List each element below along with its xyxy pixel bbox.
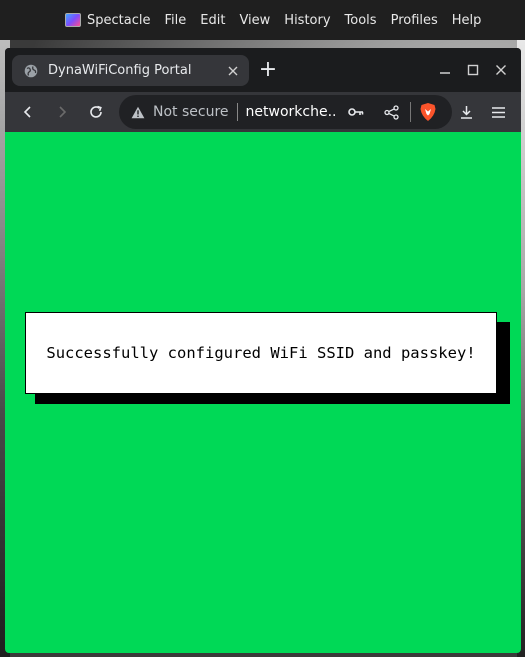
menu-history[interactable]: History <box>284 13 330 28</box>
brave-shields-icon[interactable] <box>418 102 438 122</box>
new-tab-button[interactable]: + <box>257 59 279 81</box>
download-button[interactable] <box>453 99 479 125</box>
hamburger-icon <box>491 106 505 118</box>
download-icon <box>460 105 472 119</box>
warning-icon[interactable] <box>129 103 147 121</box>
browser-toolbar: Not secure networkche... <box>5 92 521 132</box>
app-name: Spectacle <box>87 12 151 28</box>
minimize-icon[interactable] <box>434 59 456 81</box>
close-icon[interactable] <box>223 61 243 81</box>
forward-button[interactable] <box>49 99 75 125</box>
globe-icon <box>24 64 38 78</box>
url-text[interactable]: networkche... <box>246 104 338 120</box>
app-launcher[interactable]: Spectacle <box>65 13 150 28</box>
menu-edit[interactable]: Edit <box>200 13 225 28</box>
divider <box>409 102 411 122</box>
menu-help[interactable]: Help <box>452 13 482 28</box>
maximize-icon[interactable] <box>462 59 484 81</box>
reload-icon <box>90 105 102 118</box>
arrow-right-icon <box>59 106 67 118</box>
reload-button[interactable] <box>83 99 109 125</box>
menu-file[interactable]: File <box>164 13 186 28</box>
success-card: Successfully configured WiFi SSID and pa… <box>25 312 497 394</box>
arrow-left-icon <box>23 106 31 118</box>
share-icon[interactable] <box>380 100 404 124</box>
menu-profiles[interactable]: Profiles <box>391 13 438 28</box>
app-menubar: Spectacle File Edit View History Tools P… <box>0 0 525 40</box>
tab-dynawificonfig[interactable]: DynaWiFiConfig Portal <box>12 55 249 86</box>
tab-strip: DynaWiFiConfig Portal + <box>5 48 521 92</box>
page-viewport: Successfully configured WiFi SSID and pa… <box>5 132 521 653</box>
address-bar[interactable]: Not secure networkche... <box>119 95 452 129</box>
tab-title: DynaWiFiConfig Portal <box>48 63 192 78</box>
menu-view[interactable]: View <box>239 13 270 28</box>
divider <box>236 103 238 121</box>
security-status[interactable]: Not secure <box>153 104 229 120</box>
success-message: Successfully configured WiFi SSID and pa… <box>46 344 476 362</box>
spectacle-icon <box>65 13 81 27</box>
back-button[interactable] <box>15 99 41 125</box>
key-icon[interactable] <box>344 100 368 124</box>
window-close-icon[interactable] <box>490 59 512 81</box>
menu-button[interactable] <box>485 99 511 125</box>
browser-window: DynaWiFiConfig Portal + Not secure netwo… <box>5 48 521 653</box>
menu-tools[interactable]: Tools <box>345 13 377 28</box>
